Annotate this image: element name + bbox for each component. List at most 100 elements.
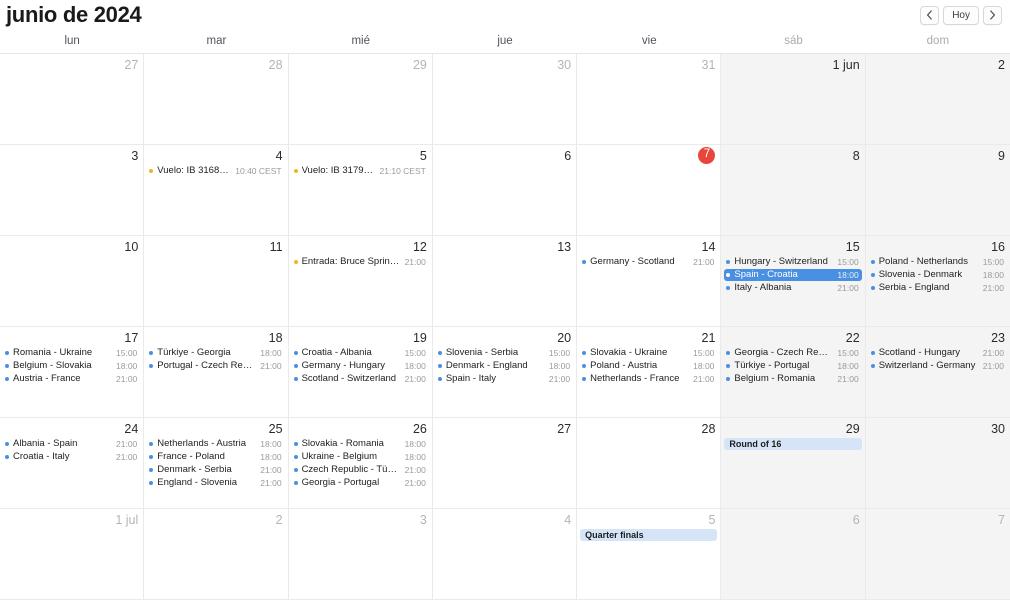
day-cell[interactable]: 24 Albania - Spain 21:00 Croatia - Italy 21:… — [0, 418, 145, 509]
calendar-event[interactable]: Hungary - Switzerland 15:00 — [724, 256, 861, 268]
day-cell[interactable]: 29 — [288, 54, 433, 145]
calendar-event[interactable]: Türkiye - Georgia 18:00 — [147, 347, 284, 359]
day-number[interactable]: 10 — [124, 240, 138, 254]
calendar-event[interactable]: Entrada: Bruce Springste... 21:00 — [292, 256, 429, 268]
day-cell[interactable]: 7 — [577, 145, 722, 236]
calendar-event[interactable]: Italy - Albania 21:00 — [724, 282, 861, 294]
today-date-badge[interactable]: 7 — [698, 146, 716, 164]
calendar-event[interactable]: Belgium - Slovakia 18:00 — [3, 360, 140, 372]
day-number[interactable]: 7 — [998, 513, 1005, 527]
day-cell[interactable]: 11 — [144, 236, 289, 327]
day-cell[interactable]: 27 — [432, 418, 578, 509]
day-number[interactable]: 19 — [413, 331, 427, 345]
day-number[interactable]: 11 — [270, 240, 283, 254]
day-number[interactable]: 4 — [276, 149, 283, 163]
day-cell[interactable]: 30 — [865, 418, 1010, 509]
calendar-event[interactable]: England - Slovenia 21:00 — [147, 477, 284, 489]
day-number[interactable]: 2 — [998, 58, 1005, 72]
day-cell[interactable]: 29 Round of 16 — [721, 418, 866, 509]
day-cell[interactable]: 6 — [721, 509, 866, 600]
day-number[interactable]: 28 — [269, 58, 283, 72]
day-cell[interactable]: 16 Poland - Netherlands 15:00 Slovenia - De… — [865, 236, 1010, 327]
day-cell[interactable]: 27 — [0, 54, 145, 145]
previous-month-button[interactable] — [920, 5, 940, 25]
calendar-event[interactable]: Slovenia - Serbia 15:00 — [436, 347, 573, 359]
calendar-event[interactable]: France - Poland 18:00 — [147, 451, 284, 463]
day-number[interactable]: 25 — [269, 422, 283, 436]
day-number[interactable]: 29 — [846, 422, 860, 436]
day-cell[interactable]: 28 — [577, 418, 722, 509]
day-number[interactable]: 31 — [702, 58, 716, 72]
calendar-event[interactable]: Scotland - Hungary 21:00 — [869, 347, 1007, 359]
day-cell[interactable]: 5 Quarter finals — [577, 509, 722, 600]
calendar-event[interactable]: Netherlands - France 21:00 — [580, 373, 717, 385]
calendar-event[interactable]: Scotland - Switzerland 21:00 — [292, 373, 429, 385]
day-number[interactable]: 3 — [131, 149, 138, 163]
day-number[interactable]: 1 jun — [833, 58, 860, 72]
day-cell[interactable]: 2 — [865, 54, 1010, 145]
calendar-event[interactable]: Portugal - Czech Republic 21:00 — [147, 360, 284, 372]
calendar-event[interactable]: Austria - France 21:00 — [3, 373, 140, 385]
day-number[interactable]: 23 — [991, 331, 1005, 345]
calendar-event[interactable]: Denmark - Serbia 21:00 — [147, 464, 284, 476]
calendar-event[interactable]: Czech Republic - Türkiye 21:00 — [292, 464, 429, 476]
day-cell[interactable]: 31 — [577, 54, 722, 145]
day-number[interactable]: 30 — [991, 422, 1005, 436]
day-cell[interactable]: 14 Germany - Scotland 21:00 — [577, 236, 722, 327]
day-cell[interactable]: 17 Romania - Ukraine 15:00 Belgium - Slovak… — [0, 327, 145, 418]
day-cell[interactable]: 4 Vuelo: IB 3168 de M... 10:40 CEST — [144, 145, 289, 236]
calendar-event[interactable]: Slovenia - Denmark 18:00 — [869, 269, 1007, 281]
day-number[interactable]: 16 — [991, 240, 1005, 254]
day-cell[interactable]: 4 — [432, 509, 578, 600]
calendar-event[interactable]: Denmark - England 18:00 — [436, 360, 573, 372]
day-cell[interactable]: 3 — [0, 145, 145, 236]
day-number[interactable]: 28 — [702, 422, 716, 436]
day-cell[interactable]: 7 — [865, 509, 1010, 600]
day-number[interactable]: 27 — [124, 58, 138, 72]
calendar-event[interactable]: Türkiye - Portugal 18:00 — [724, 360, 861, 372]
day-number[interactable]: 2 — [276, 513, 283, 527]
calendar-event[interactable]: Belgium - Romania 21:00 — [724, 373, 861, 385]
day-cell[interactable]: 2 — [144, 509, 289, 600]
day-cell[interactable]: 1 jul — [0, 509, 145, 600]
day-number[interactable]: 6 — [853, 513, 860, 527]
day-number[interactable]: 5 — [420, 149, 427, 163]
day-number[interactable]: 13 — [557, 240, 571, 254]
calendar-event[interactable]: Croatia - Albania 15:00 — [292, 347, 429, 359]
day-number[interactable]: 29 — [413, 58, 427, 72]
day-number[interactable]: 5 — [708, 513, 715, 527]
calendar-event[interactable]: Netherlands - Austria 18:00 — [147, 438, 284, 450]
calendar-event[interactable]: Slovakia - Ukraine 15:00 — [580, 347, 717, 359]
day-cell[interactable]: 10 — [0, 236, 145, 327]
day-number[interactable]: 4 — [564, 513, 571, 527]
all-day-event[interactable]: Quarter finals — [580, 529, 718, 541]
day-cell[interactable]: 30 — [432, 54, 578, 145]
day-cell[interactable]: 15 Hungary - Switzerland 15:00 Spain - Croa… — [721, 236, 866, 327]
day-cell[interactable]: 26 Slovakia - Romania 18:00 Ukraine - Belgi… — [288, 418, 433, 509]
calendar-event[interactable]: Croatia - Italy 21:00 — [3, 451, 140, 463]
day-cell[interactable]: 21 Slovakia - Ukraine 15:00 Poland - Austri… — [577, 327, 722, 418]
day-cell[interactable]: 1 jun — [721, 54, 866, 145]
day-number[interactable]: 8 — [853, 149, 860, 163]
day-number[interactable]: 18 — [269, 331, 283, 345]
calendar-event[interactable]: Poland - Netherlands 15:00 — [869, 256, 1007, 268]
calendar-event[interactable]: Serbia - England 21:00 — [869, 282, 1007, 294]
all-day-event[interactable]: Round of 16 — [724, 438, 862, 450]
day-cell[interactable]: 20 Slovenia - Serbia 15:00 Denmark - Englan… — [432, 327, 578, 418]
day-number[interactable]: 6 — [564, 149, 571, 163]
day-number[interactable]: 27 — [557, 422, 571, 436]
day-number[interactable]: 15 — [846, 240, 860, 254]
calendar-event[interactable]: Spain - Croatia 18:00 — [724, 269, 862, 281]
next-month-button[interactable] — [983, 5, 1002, 25]
calendar-event[interactable]: Romania - Ukraine 15:00 — [3, 347, 140, 359]
day-cell[interactable]: 9 — [865, 145, 1010, 236]
day-number[interactable]: 26 — [413, 422, 427, 436]
day-cell[interactable]: 13 — [432, 236, 578, 327]
day-cell[interactable]: 25 Netherlands - Austria 18:00 France - Pol… — [144, 418, 289, 509]
day-number[interactable]: 12 — [413, 240, 427, 254]
day-cell[interactable]: 12 Entrada: Bruce Springste... 21:00 — [288, 236, 433, 327]
day-cell[interactable]: 28 — [144, 54, 289, 145]
calendar-event[interactable]: Vuelo: IB 3179 de LH... 21:10 CEST — [292, 165, 429, 177]
day-number[interactable]: 22 — [846, 331, 860, 345]
day-number[interactable]: 14 — [702, 240, 716, 254]
